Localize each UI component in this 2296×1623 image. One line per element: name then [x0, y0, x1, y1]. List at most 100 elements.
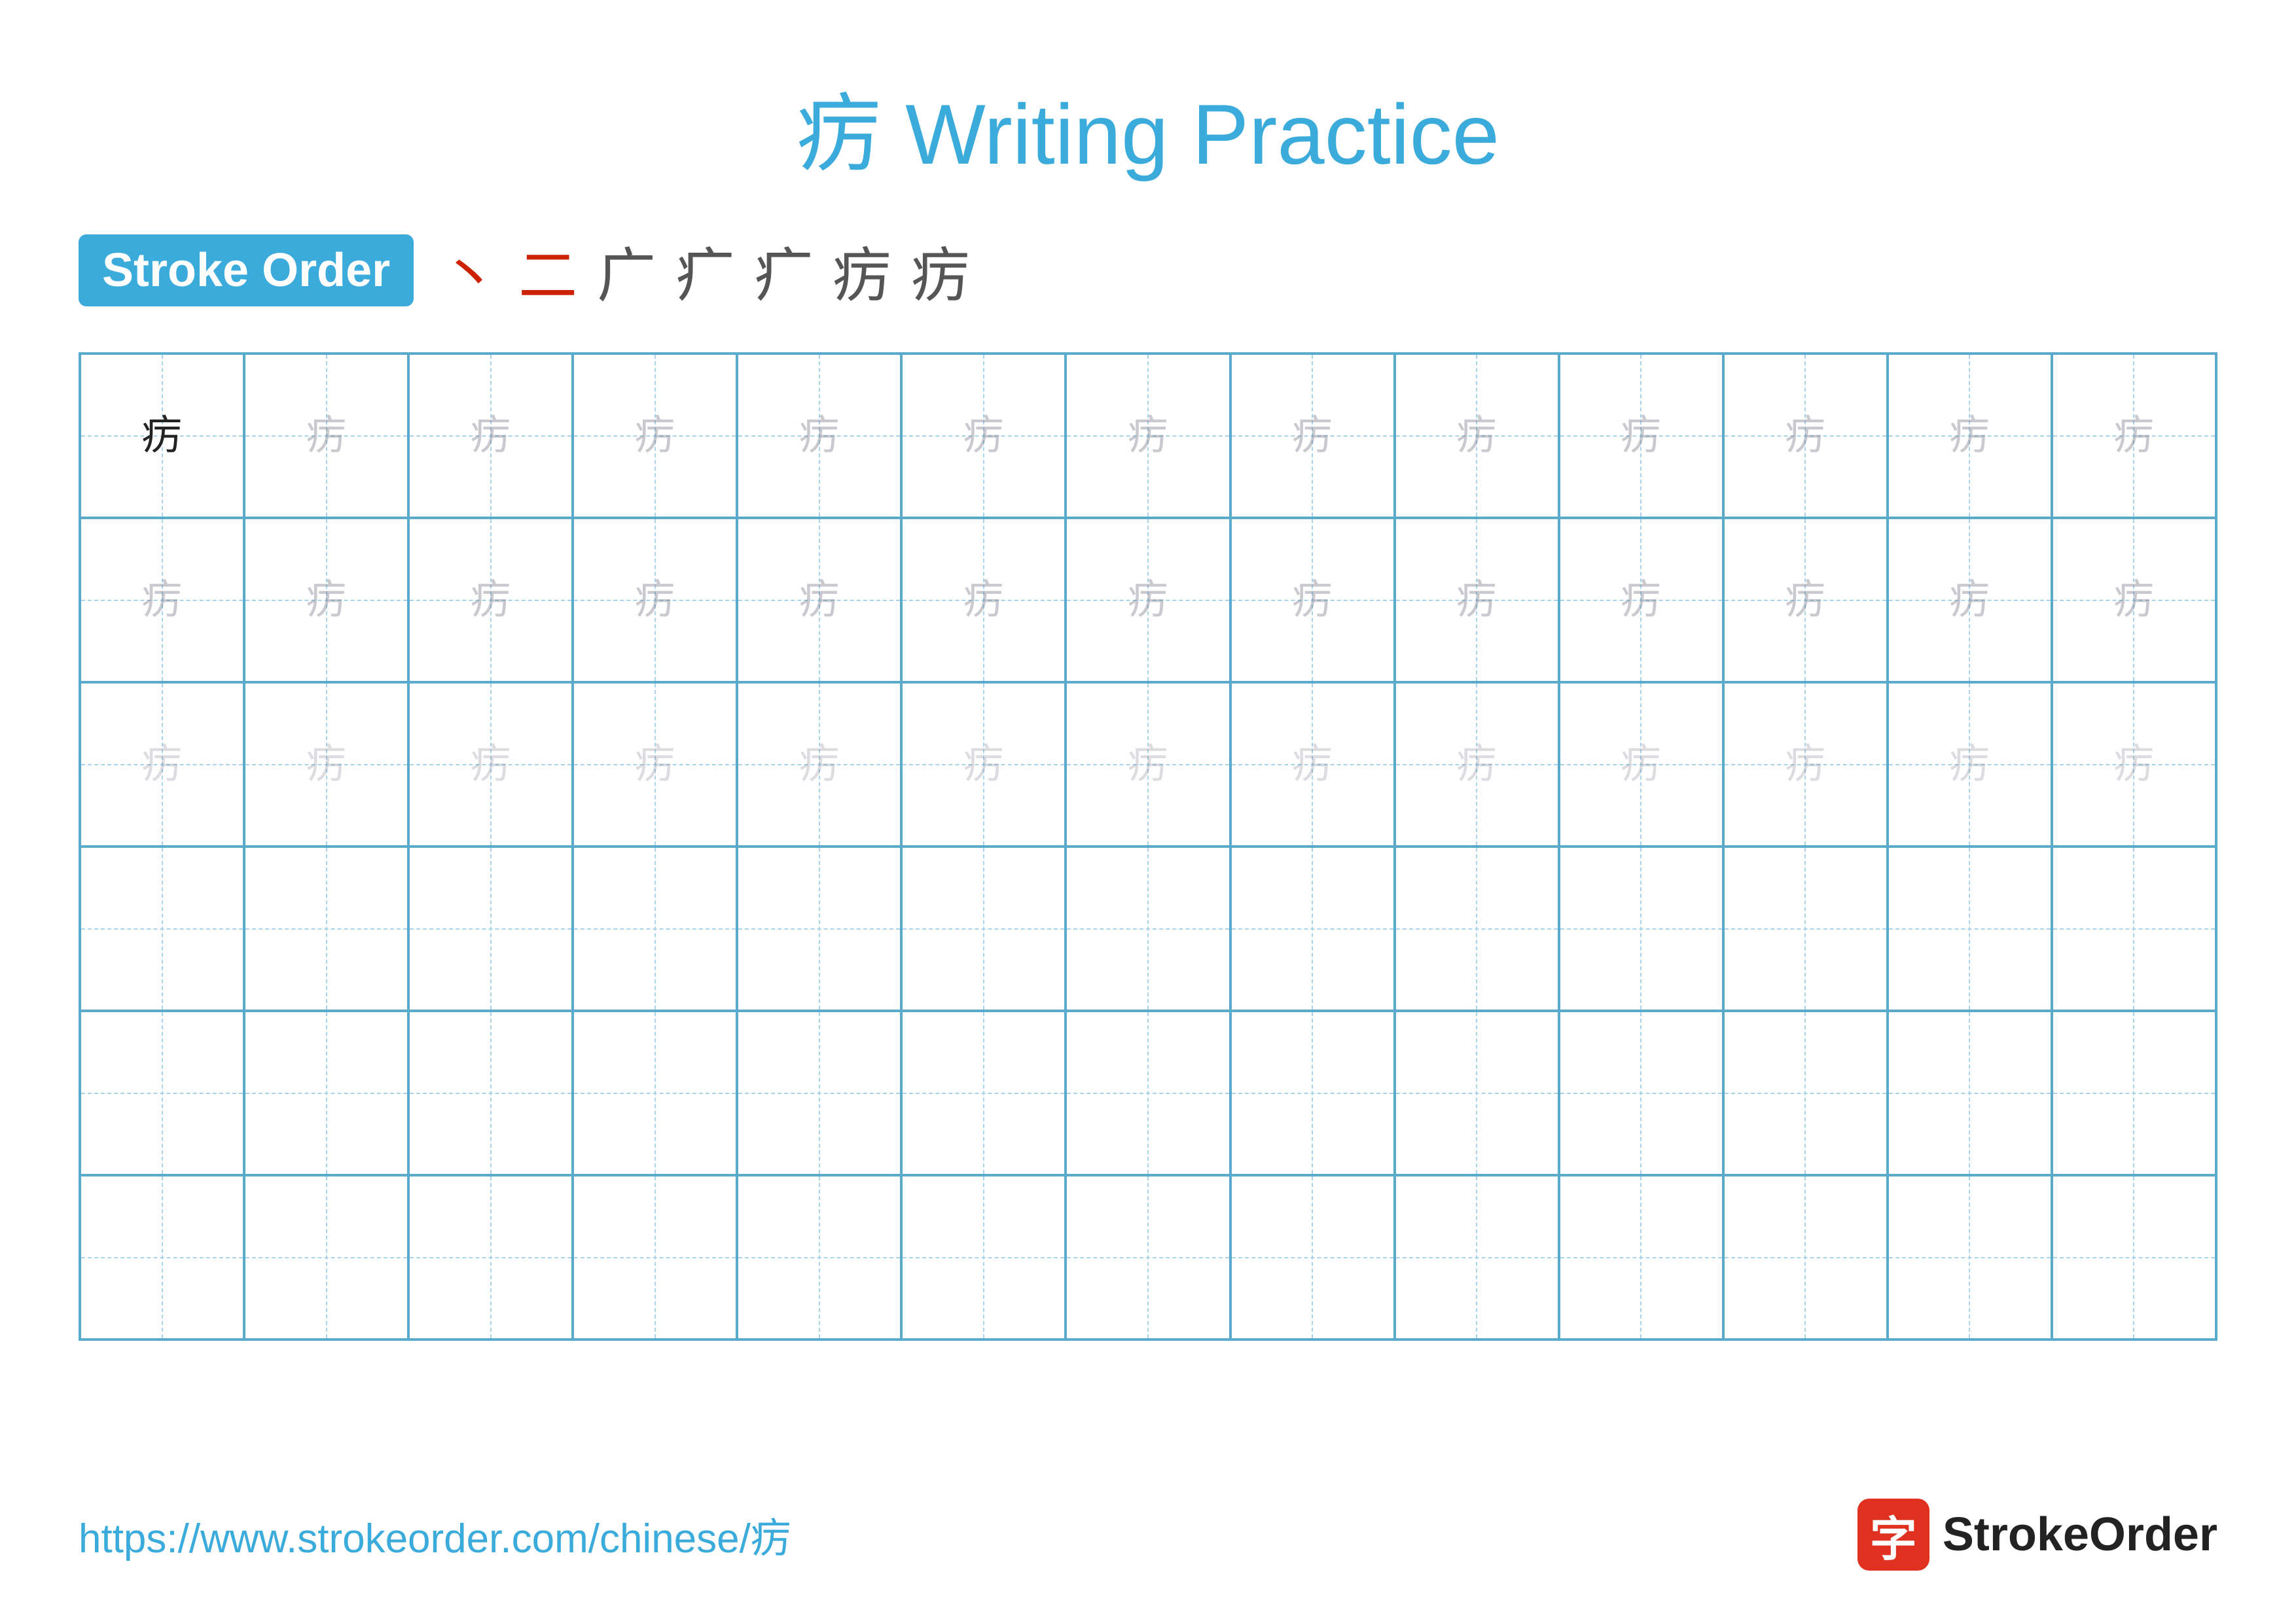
- grid-cell[interactable]: 疠: [1230, 682, 1395, 847]
- practice-character: 疠: [306, 744, 347, 785]
- grid-cell[interactable]: [1723, 1011, 1888, 1175]
- grid-cell[interactable]: 疠: [1230, 518, 1395, 682]
- grid-cell[interactable]: 疠: [1888, 518, 2052, 682]
- grid-cell[interactable]: [80, 1011, 244, 1175]
- grid-cell[interactable]: [737, 847, 901, 1011]
- grid-cell[interactable]: [408, 1011, 573, 1175]
- stroke-sequence: 丶 二 广 疒 疒 疠 疠: [440, 228, 970, 313]
- grid-cell[interactable]: [1559, 847, 1723, 1011]
- grid-cell[interactable]: 疠: [1723, 518, 1888, 682]
- practice-character: 疠: [1128, 744, 1168, 785]
- practice-character: 疠: [1785, 580, 1825, 621]
- grid-cell[interactable]: [1230, 847, 1395, 1011]
- practice-character: 疠: [142, 416, 183, 456]
- grid-cell[interactable]: [1888, 1011, 2052, 1175]
- practice-character: 疠: [1456, 580, 1497, 621]
- grid-cell[interactable]: [1395, 1175, 1559, 1340]
- grid-cell[interactable]: [901, 1011, 1066, 1175]
- grid-cell[interactable]: [1230, 1011, 1395, 1175]
- practice-character: 疠: [1785, 744, 1825, 785]
- grid-cell[interactable]: [573, 1175, 737, 1340]
- grid-cell[interactable]: [901, 847, 1066, 1011]
- grid-cell[interactable]: 疠: [1888, 354, 2052, 518]
- grid-cell[interactable]: 疠: [244, 682, 408, 847]
- practice-character: 疠: [471, 744, 511, 785]
- practice-character: 疠: [1621, 744, 1661, 785]
- grid-cell[interactable]: 疠: [1888, 682, 2052, 847]
- grid-cell[interactable]: [737, 1011, 901, 1175]
- grid-cell[interactable]: [2052, 1011, 2216, 1175]
- grid-cell[interactable]: 疠: [1395, 518, 1559, 682]
- grid-cell[interactable]: [1723, 847, 1888, 1011]
- grid-cell[interactable]: 疠: [1559, 682, 1723, 847]
- grid-cell[interactable]: [1888, 1175, 2052, 1340]
- grid-cell[interactable]: [1066, 1175, 1230, 1340]
- grid-cell[interactable]: 疠: [901, 682, 1066, 847]
- practice-character: 疠: [142, 580, 183, 621]
- grid-cell[interactable]: 疠: [1723, 354, 1888, 518]
- grid-cell[interactable]: [737, 1175, 901, 1340]
- grid-cell[interactable]: [80, 1175, 244, 1340]
- grid-row: 疠疠疠疠疠疠疠疠疠疠疠疠疠: [80, 518, 2216, 682]
- grid-cell[interactable]: [2052, 847, 2216, 1011]
- grid-cell[interactable]: 疠: [901, 518, 1066, 682]
- grid-cell[interactable]: 疠: [737, 682, 901, 847]
- grid-cell[interactable]: 疠: [1723, 682, 1888, 847]
- grid-cell[interactable]: 疠: [244, 518, 408, 682]
- grid-cell[interactable]: [1395, 847, 1559, 1011]
- grid-cell[interactable]: 疠: [573, 354, 737, 518]
- grid-cell[interactable]: 疠: [2052, 354, 2216, 518]
- grid-cell[interactable]: [573, 847, 737, 1011]
- grid-cell[interactable]: 疠: [1395, 354, 1559, 518]
- footer-url[interactable]: https://www.strokeorder.com/chinese/疠: [79, 1505, 791, 1564]
- grid-cell[interactable]: 疠: [408, 354, 573, 518]
- grid-cell[interactable]: [1559, 1011, 1723, 1175]
- grid-cell[interactable]: 疠: [1066, 354, 1230, 518]
- grid-cell[interactable]: [1559, 1175, 1723, 1340]
- grid-cell[interactable]: 疠: [408, 682, 573, 847]
- grid-cell[interactable]: [1066, 847, 1230, 1011]
- grid-cell[interactable]: [80, 847, 244, 1011]
- stroke-order-badge[interactable]: Stroke Order: [79, 234, 414, 306]
- grid-cell[interactable]: 疠: [80, 518, 244, 682]
- grid-cell[interactable]: 疠: [1066, 518, 1230, 682]
- grid-cell[interactable]: [244, 1011, 408, 1175]
- practice-character: 疠: [306, 416, 347, 456]
- grid-cell[interactable]: 疠: [1559, 518, 1723, 682]
- grid-cell[interactable]: 疠: [737, 354, 901, 518]
- stroke-4: 疒: [675, 228, 734, 313]
- title-label: Writing Practice: [882, 86, 1499, 182]
- grid-cell[interactable]: [1723, 1175, 1888, 1340]
- practice-character: 疠: [1785, 416, 1825, 456]
- grid-cell[interactable]: 疠: [80, 682, 244, 847]
- grid-cell[interactable]: 疠: [2052, 518, 2216, 682]
- grid-cell[interactable]: 疠: [737, 518, 901, 682]
- grid-cell[interactable]: 疠: [573, 518, 737, 682]
- grid-cell[interactable]: [1066, 1011, 1230, 1175]
- stroke-7: 疠: [911, 228, 970, 313]
- grid-cell[interactable]: [1888, 847, 2052, 1011]
- grid-cell[interactable]: 疠: [1066, 682, 1230, 847]
- grid-cell[interactable]: 疠: [1395, 682, 1559, 847]
- grid-cell[interactable]: [901, 1175, 1066, 1340]
- grid-cell[interactable]: 疠: [1230, 354, 1395, 518]
- grid-cell[interactable]: 疠: [408, 518, 573, 682]
- grid-cell[interactable]: [2052, 1175, 2216, 1340]
- grid-cell[interactable]: 疠: [573, 682, 737, 847]
- grid-cell[interactable]: [408, 847, 573, 1011]
- grid-cell[interactable]: 疠: [2052, 682, 2216, 847]
- grid-cell[interactable]: [573, 1011, 737, 1175]
- grid-cell[interactable]: 疠: [80, 354, 244, 518]
- grid-cell[interactable]: 疠: [1559, 354, 1723, 518]
- logo-text: StrokeOrder: [1943, 1508, 2217, 1561]
- grid-cell[interactable]: 疠: [244, 354, 408, 518]
- grid-cell[interactable]: [244, 847, 408, 1011]
- grid-cell[interactable]: 疠: [901, 354, 1066, 518]
- practice-character: 疠: [1456, 416, 1497, 456]
- grid-cell[interactable]: [408, 1175, 573, 1340]
- grid-cell[interactable]: [1230, 1175, 1395, 1340]
- stroke-5: 疒: [754, 228, 813, 313]
- practice-character: 疠: [1128, 416, 1168, 456]
- grid-cell[interactable]: [244, 1175, 408, 1340]
- grid-cell[interactable]: [1395, 1011, 1559, 1175]
